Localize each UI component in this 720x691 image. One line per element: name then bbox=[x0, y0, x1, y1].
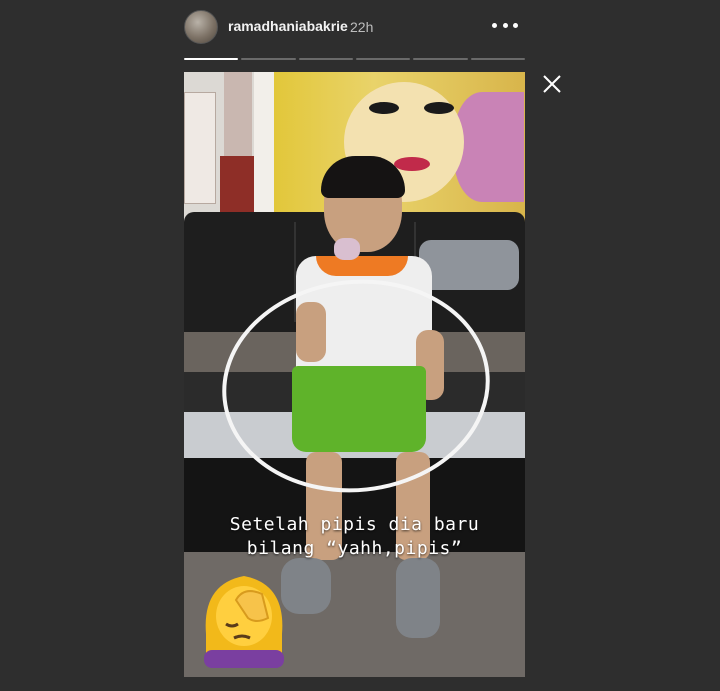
story-progress-bar bbox=[184, 58, 525, 60]
face-palm-emoji bbox=[204, 576, 284, 668]
progress-segment bbox=[470, 58, 525, 60]
more-options-icon[interactable] bbox=[492, 14, 518, 36]
username[interactable]: ramadhaniabakrie bbox=[228, 18, 348, 34]
dot-icon bbox=[502, 22, 508, 28]
close-button[interactable] bbox=[540, 72, 564, 96]
dot-icon bbox=[492, 22, 497, 28]
story-caption-line1: Setelah pipis dia baru bbox=[229, 514, 480, 535]
progress-segment bbox=[298, 58, 353, 60]
close-icon bbox=[543, 75, 561, 93]
progress-segment bbox=[413, 58, 468, 60]
progress-segment bbox=[184, 58, 239, 60]
story-header: ramadhaniabakrie 22h bbox=[184, 10, 525, 44]
post-time: 22h bbox=[350, 19, 374, 35]
story-media[interactable]: Setelah pipis dia baru bilang “yahh,pipi… bbox=[184, 72, 525, 677]
story-caption-line2: bilang “yahh,pipis” bbox=[246, 538, 463, 559]
progress-segment bbox=[355, 58, 411, 60]
progress-segment bbox=[241, 58, 296, 60]
dot-icon bbox=[513, 22, 518, 28]
avatar[interactable] bbox=[184, 10, 218, 44]
